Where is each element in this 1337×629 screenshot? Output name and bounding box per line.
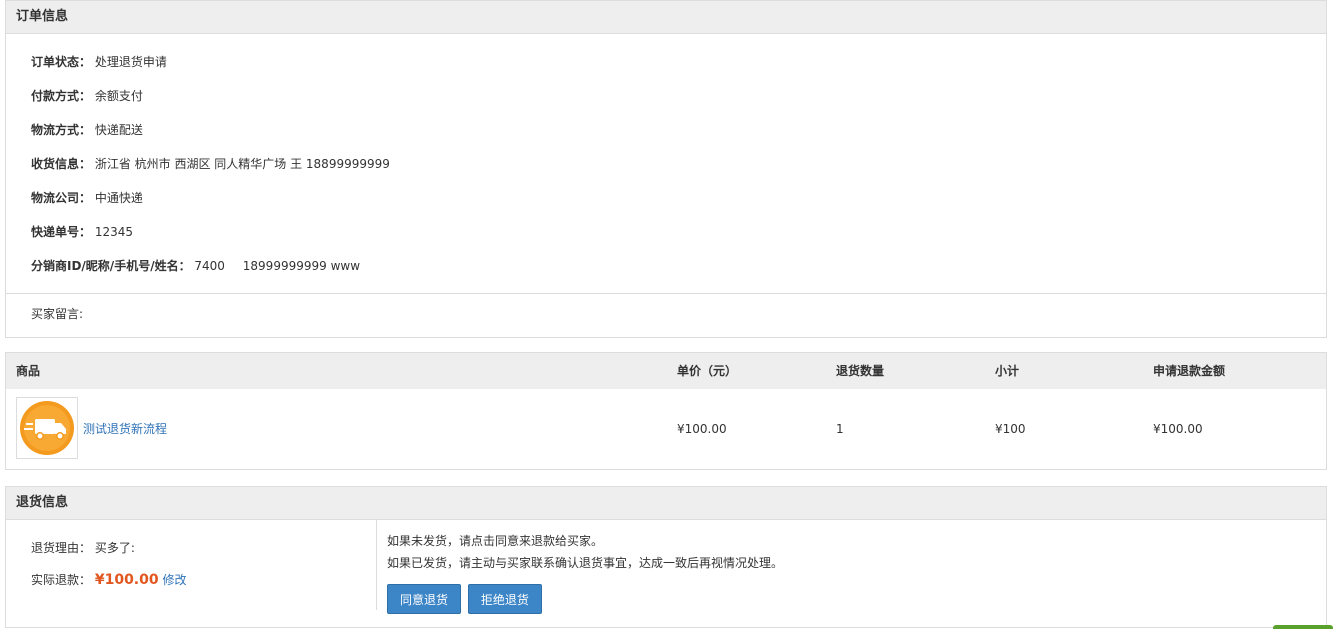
order-status-row: 订单状态： 处理退货申请 <box>31 45 1326 79</box>
logistics-method-row: 物流方式： 快递配送 <box>31 113 1326 147</box>
instruction-not-shipped: 如果未发货，请点击同意来退款给买家。 <box>387 534 604 548</box>
distributor-label: 分销商ID/昵称/手机号/姓名： <box>31 259 191 273</box>
order-status-label: 订单状态： <box>31 55 92 69</box>
item-refund-amount: ¥100.00 <box>1153 422 1203 436</box>
header-return-qty: 退货数量 <box>836 364 885 378</box>
tracking-number-label: 快递单号： <box>31 225 92 239</box>
header-subtotal: 小计 <box>995 364 1020 378</box>
return-info-title: 退货信息 <box>6 487 1326 520</box>
item-return-qty: 1 <box>836 422 844 436</box>
item-unit-price: ¥100.00 <box>677 422 727 436</box>
order-info-title: 订单信息 <box>6 1 1326 34</box>
return-summary: 退货理由： 买多了: 实际退款： ¥100.00 修改 <box>6 520 377 610</box>
header-refund-amount: 申请退款金额 <box>1153 364 1226 378</box>
return-reason-label: 退货理由： <box>31 541 92 555</box>
logistics-method-value: 快递配送 <box>94 123 143 137</box>
goods-table-header: 商品 单价（元） 退货数量 小计 申请退款金额 <box>6 353 1326 389</box>
distributor-row: 分销商ID/昵称/手机号/姓名： 7400 18999999999 www <box>31 249 1326 283</box>
return-instructions: 如果未发货，请点击同意来退款给买家。 如果已发货，请主动与买家联系确认退货事宜，… <box>387 530 783 614</box>
distributor-id: 7400 <box>194 259 225 273</box>
return-info-panel: 退货信息 退货理由： 买多了: 实际退款： ¥100.00 修改 如果未发货，请… <box>5 486 1327 628</box>
order-info-panel: 订单信息 订单状态： 处理退货申请 付款方式： 余额支付 物流方式： 快递配送 … <box>5 0 1327 338</box>
shipping-address-value: 浙江省 杭州市 西湖区 同人精华广场 王 18899999999 <box>94 157 390 171</box>
order-status-value: 处理退货申请 <box>94 55 167 69</box>
table-row: 测试退货新流程 ¥100.00 1 ¥100 ¥100.00 <box>6 389 1326 469</box>
header-product: 商品 <box>16 364 41 378</box>
logistics-company-value: 中通快递 <box>94 191 143 205</box>
reject-return-button[interactable]: 拒绝退货 <box>467 584 542 614</box>
payment-method-label: 付款方式： <box>31 89 92 103</box>
distributor-phone: 18999999999 <box>242 259 327 273</box>
payment-method-row: 付款方式： 余额支付 <box>31 79 1326 113</box>
actual-refund-value: ¥100.00 <box>94 572 159 588</box>
logistics-company-label: 物流公司： <box>31 191 92 205</box>
instruction-shipped: 如果已发货，请主动与买家联系确认退货事宜，达成一致后再视情况处理。 <box>387 556 784 570</box>
buyer-message: 买家留言: <box>6 293 1326 338</box>
agree-return-button[interactable]: 同意退货 <box>387 584 462 614</box>
actual-refund-label: 实际退款： <box>31 573 92 587</box>
tracking-number-value: 12345 <box>94 225 134 239</box>
modify-refund-link[interactable]: 修改 <box>162 573 186 587</box>
shipping-address-label: 收货信息： <box>31 157 92 171</box>
goods-table: 商品 单价（元） 退货数量 小计 申请退款金额 测试退货新流程 ¥100.00 … <box>5 352 1327 470</box>
logistics-company-row: 物流公司： 中通快递 <box>31 181 1326 215</box>
return-reason-row: 退货理由： 买多了: <box>31 539 135 556</box>
payment-method-value: 余额支付 <box>94 89 143 103</box>
shipping-address-row: 收货信息： 浙江省 杭州市 西湖区 同人精华广场 王 18899999999 <box>31 147 1326 181</box>
logistics-method-label: 物流方式： <box>31 123 92 137</box>
corner-decoration <box>1273 625 1333 629</box>
delivery-truck-icon[interactable] <box>16 397 78 459</box>
actual-refund-row: 实际退款： ¥100.00 修改 <box>31 571 186 588</box>
item-subtotal: ¥100 <box>995 422 1026 436</box>
header-unit-price: 单价（元） <box>677 364 738 378</box>
product-name-link[interactable]: 测试退货新流程 <box>83 389 167 469</box>
distributor-name: www <box>330 259 361 273</box>
tracking-number-row: 快递单号： 12345 <box>31 215 1326 249</box>
return-reason-value: 买多了: <box>94 541 135 555</box>
order-info-list: 订单状态： 处理退货申请 付款方式： 余额支付 物流方式： 快递配送 收货信息：… <box>6 34 1326 283</box>
